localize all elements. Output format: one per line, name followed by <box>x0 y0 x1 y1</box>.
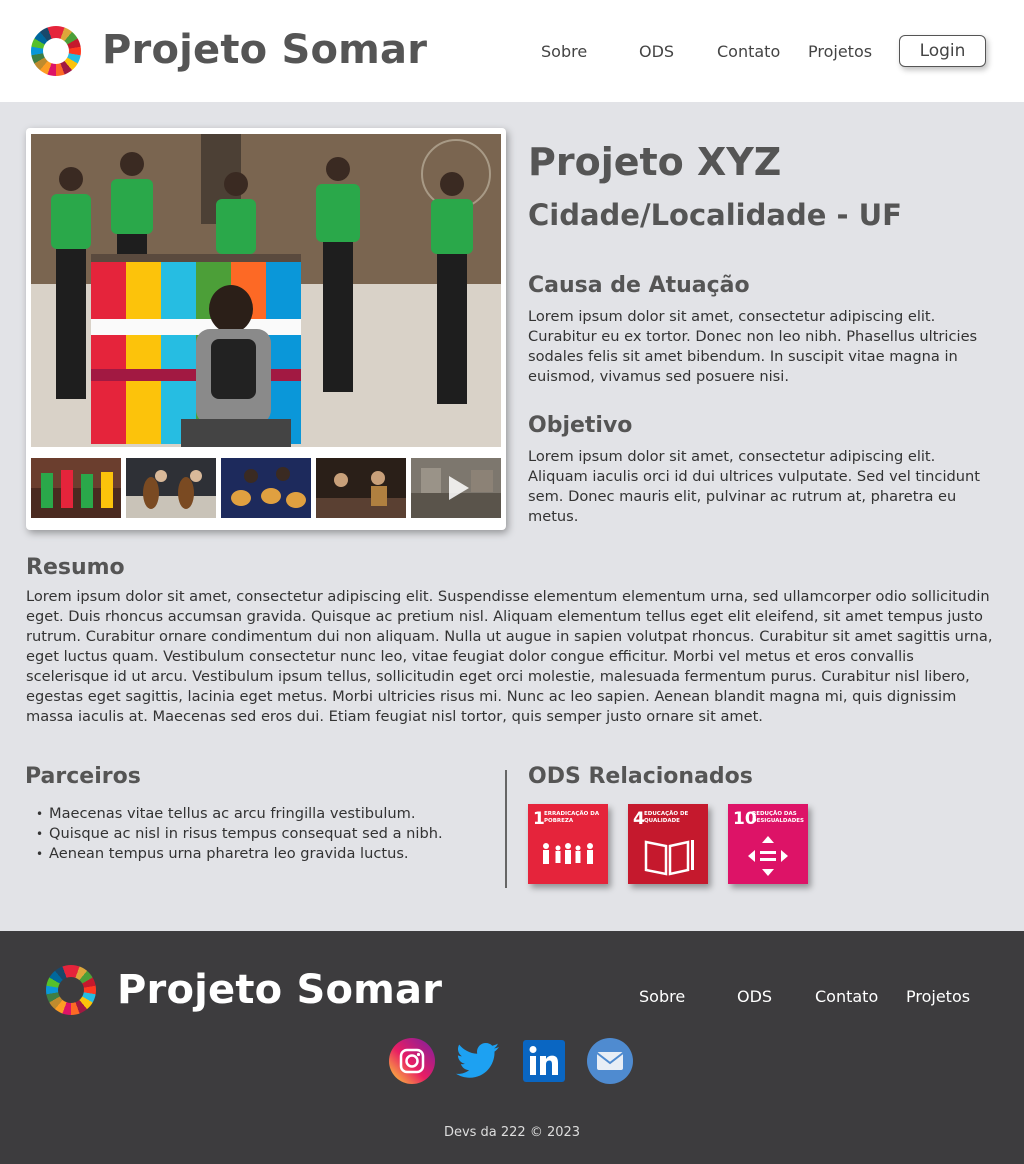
nav-sobre[interactable]: Sobre <box>541 42 587 61</box>
site-brand[interactable]: Projeto Somar <box>102 27 427 73</box>
footer-nav-contato[interactable]: Contato <box>815 987 878 1006</box>
main-project-photo <box>31 134 501 447</box>
instagram-icon[interactable] <box>389 1038 435 1084</box>
resumo-title: Resumo <box>26 555 125 580</box>
partner-item: Aenean tempus urna pharetra leo gravida … <box>36 844 443 864</box>
email-icon[interactable] <box>587 1038 633 1084</box>
ods-tile-1[interactable]: 1 ERRADICAÇÃO DA POBREZA <box>528 804 608 884</box>
linkedin-icon[interactable] <box>521 1038 567 1084</box>
twitter-icon[interactable] <box>455 1038 501 1084</box>
nav-projetos[interactable]: Projetos <box>808 42 872 61</box>
partners-list: Maecenas vitae tellus ac arcu fringilla … <box>36 804 443 864</box>
ods-label: EDUCAÇÃO DE QUALIDADE <box>644 811 689 824</box>
gallery-thumbnail-4[interactable] <box>316 458 406 518</box>
photo-gallery <box>26 128 506 530</box>
ods-tile-10[interactable]: 10 REDUÇÃO DAS DESIGUALDADES <box>728 804 808 884</box>
main-photo-illustration <box>31 134 501 447</box>
causa-title: Causa de Atuação <box>528 273 750 298</box>
objetivo-text: Lorem ipsum dolor sit amet, consectetur … <box>528 448 980 525</box>
ods-label: ERRADICAÇÃO DA POBREZA <box>544 811 600 824</box>
partner-item: Quisque ac nisl in risus tempus consequa… <box>36 824 443 844</box>
project-location: Cidade/Localidade - UF <box>528 198 902 232</box>
resumo-text: Lorem ipsum dolor sit amet, consectetur … <box>26 588 993 725</box>
equality-icon <box>748 836 788 876</box>
ods-label: REDUÇÃO DAS DESIGUALDADES <box>752 811 805 824</box>
project-title: Projeto XYZ <box>528 140 782 184</box>
ods-tile-4[interactable]: 4 EDUCAÇÃO DE QUALIDADE <box>628 804 708 884</box>
nav-contato[interactable]: Contato <box>717 42 780 61</box>
nav-ods[interactable]: ODS <box>639 42 674 61</box>
ods-title: ODS Relacionados <box>528 764 753 789</box>
gallery-thumbnail-2[interactable] <box>126 458 216 518</box>
site-header: Projeto Somar Sobre ODS Contato Projetos… <box>0 0 1024 102</box>
book-icon <box>644 840 694 876</box>
gallery-thumbnail-3[interactable] <box>221 458 311 518</box>
gallery-thumbnail-1[interactable] <box>31 458 121 518</box>
footer-nav-ods[interactable]: ODS <box>737 987 772 1006</box>
family-icon <box>543 843 593 864</box>
footer-nav-projetos[interactable]: Projetos <box>906 987 970 1006</box>
site-footer: Projeto Somar Sobre ODS Contato Projetos… <box>0 931 1024 1164</box>
gallery-thumbnail-video[interactable] <box>411 458 501 518</box>
footer-brand[interactable]: Projeto Somar <box>117 967 442 1013</box>
causa-text: Lorem ipsum dolor sit amet, consectetur … <box>528 308 978 385</box>
sdg-wheel-logo-icon[interactable] <box>31 26 81 76</box>
login-button[interactable]: Login <box>899 35 986 67</box>
footer-nav-sobre[interactable]: Sobre <box>639 987 685 1006</box>
parceiros-title: Parceiros <box>25 764 141 789</box>
section-divider <box>505 770 507 888</box>
partner-item: Maecenas vitae tellus ac arcu fringilla … <box>36 804 443 824</box>
copyright-text: Devs da 222 © 2023 <box>443 1125 581 1140</box>
objetivo-title: Objetivo <box>528 413 633 438</box>
sdg-wheel-logo-icon[interactable] <box>46 965 96 1015</box>
